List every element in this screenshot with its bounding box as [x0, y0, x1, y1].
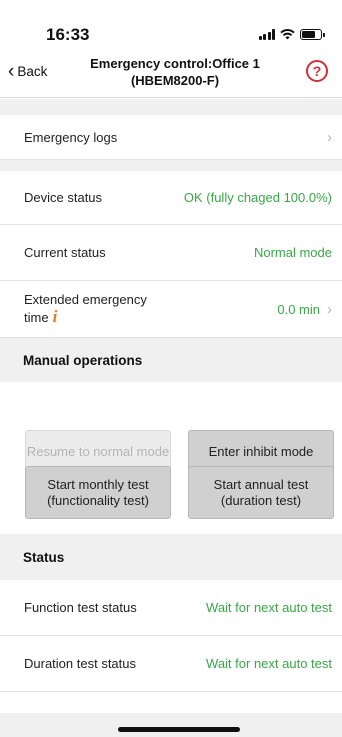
current-status-label: Current status: [24, 245, 106, 260]
navigation-bar: ‹ Back Emergency control:Office 1 (HBEM8…: [0, 48, 342, 98]
label-line-1: Extended emergency: [24, 291, 147, 307]
function-test-status-label: Function test status: [24, 600, 137, 615]
device-status-value: OK (fully chaged 100.0%): [183, 190, 332, 205]
manual-operations-header: Manual operations: [0, 338, 342, 382]
emergency-logs-label: Emergency logs: [24, 129, 118, 145]
current-status-value: Normal mode: [253, 245, 332, 260]
start-monthly-test-button[interactable]: Start monthly test (functionality test): [25, 466, 171, 519]
wifi-icon: [280, 29, 295, 40]
section-gap: [0, 99, 342, 115]
function-test-status-row: Function test status Wait for next auto …: [0, 580, 342, 636]
page-title: Emergency control:Office 1 (HBEM8200-F): [90, 56, 260, 88]
help-icon[interactable]: ?: [306, 60, 328, 82]
start-annual-test-button[interactable]: Start annual test (duration test): [188, 466, 334, 519]
app-screen: 16:33 ‹ Back Emergency control:Office 1 …: [0, 0, 342, 737]
section-gap: [0, 160, 342, 171]
back-button[interactable]: ‹ Back: [8, 60, 48, 82]
label-line-2: time: [24, 309, 49, 325]
duration-test-status-label: Duration test status: [24, 656, 136, 671]
duration-test-status-row: Duration test status Wait for next auto …: [0, 636, 342, 692]
device-status-row: Device status OK (fully chaged 100.0%): [0, 171, 342, 225]
monthly-test-line-2: (functionality test): [47, 492, 149, 508]
status-bar: 16:33: [0, 0, 342, 48]
monthly-test-line-1: Start monthly test: [47, 476, 149, 492]
status-header: Status: [0, 534, 342, 580]
device-status-label: Device status: [24, 190, 103, 205]
info-icon[interactable]: i: [53, 307, 58, 326]
home-indicator[interactable]: [118, 727, 240, 732]
function-test-status-value: Wait for next auto test: [206, 600, 332, 615]
status-icons: [258, 29, 325, 40]
home-bar: [0, 713, 342, 737]
duration-test-status-value: Wait for next auto test: [206, 656, 332, 671]
extended-emergency-time-value: 0.0 min: [277, 301, 320, 317]
annual-test-line-2: (duration test): [220, 492, 302, 508]
manual-operations-buttons: Resume to normal mode Enter inhibit mode…: [0, 382, 342, 534]
chevron-left-icon: ‹: [8, 60, 15, 82]
status-time: 16:33: [46, 25, 90, 44]
extended-emergency-time-label: Extended emergency time i: [24, 292, 277, 327]
signal-icon: [258, 29, 275, 40]
current-status-row: Current status Normal mode: [0, 225, 342, 281]
annual-test-line-1: Start annual test: [213, 476, 309, 492]
chevron-right-icon: ›: [327, 128, 332, 146]
battery-icon: [300, 29, 325, 40]
emergency-logs-row[interactable]: Emergency logs ›: [0, 115, 342, 160]
chevron-right-icon: ›: [327, 300, 332, 318]
extended-emergency-time-row[interactable]: Extended emergency time i 0.0 min ›: [0, 281, 342, 338]
back-label: Back: [17, 64, 48, 79]
